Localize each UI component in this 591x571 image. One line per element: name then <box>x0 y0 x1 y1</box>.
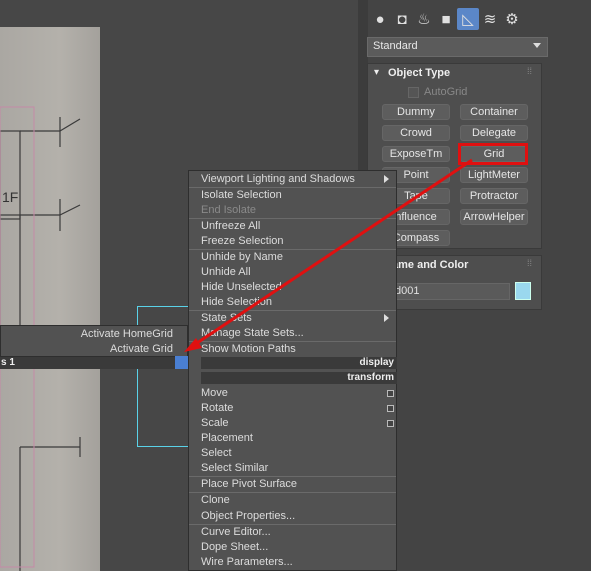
annotation-arrow <box>184 158 473 352</box>
